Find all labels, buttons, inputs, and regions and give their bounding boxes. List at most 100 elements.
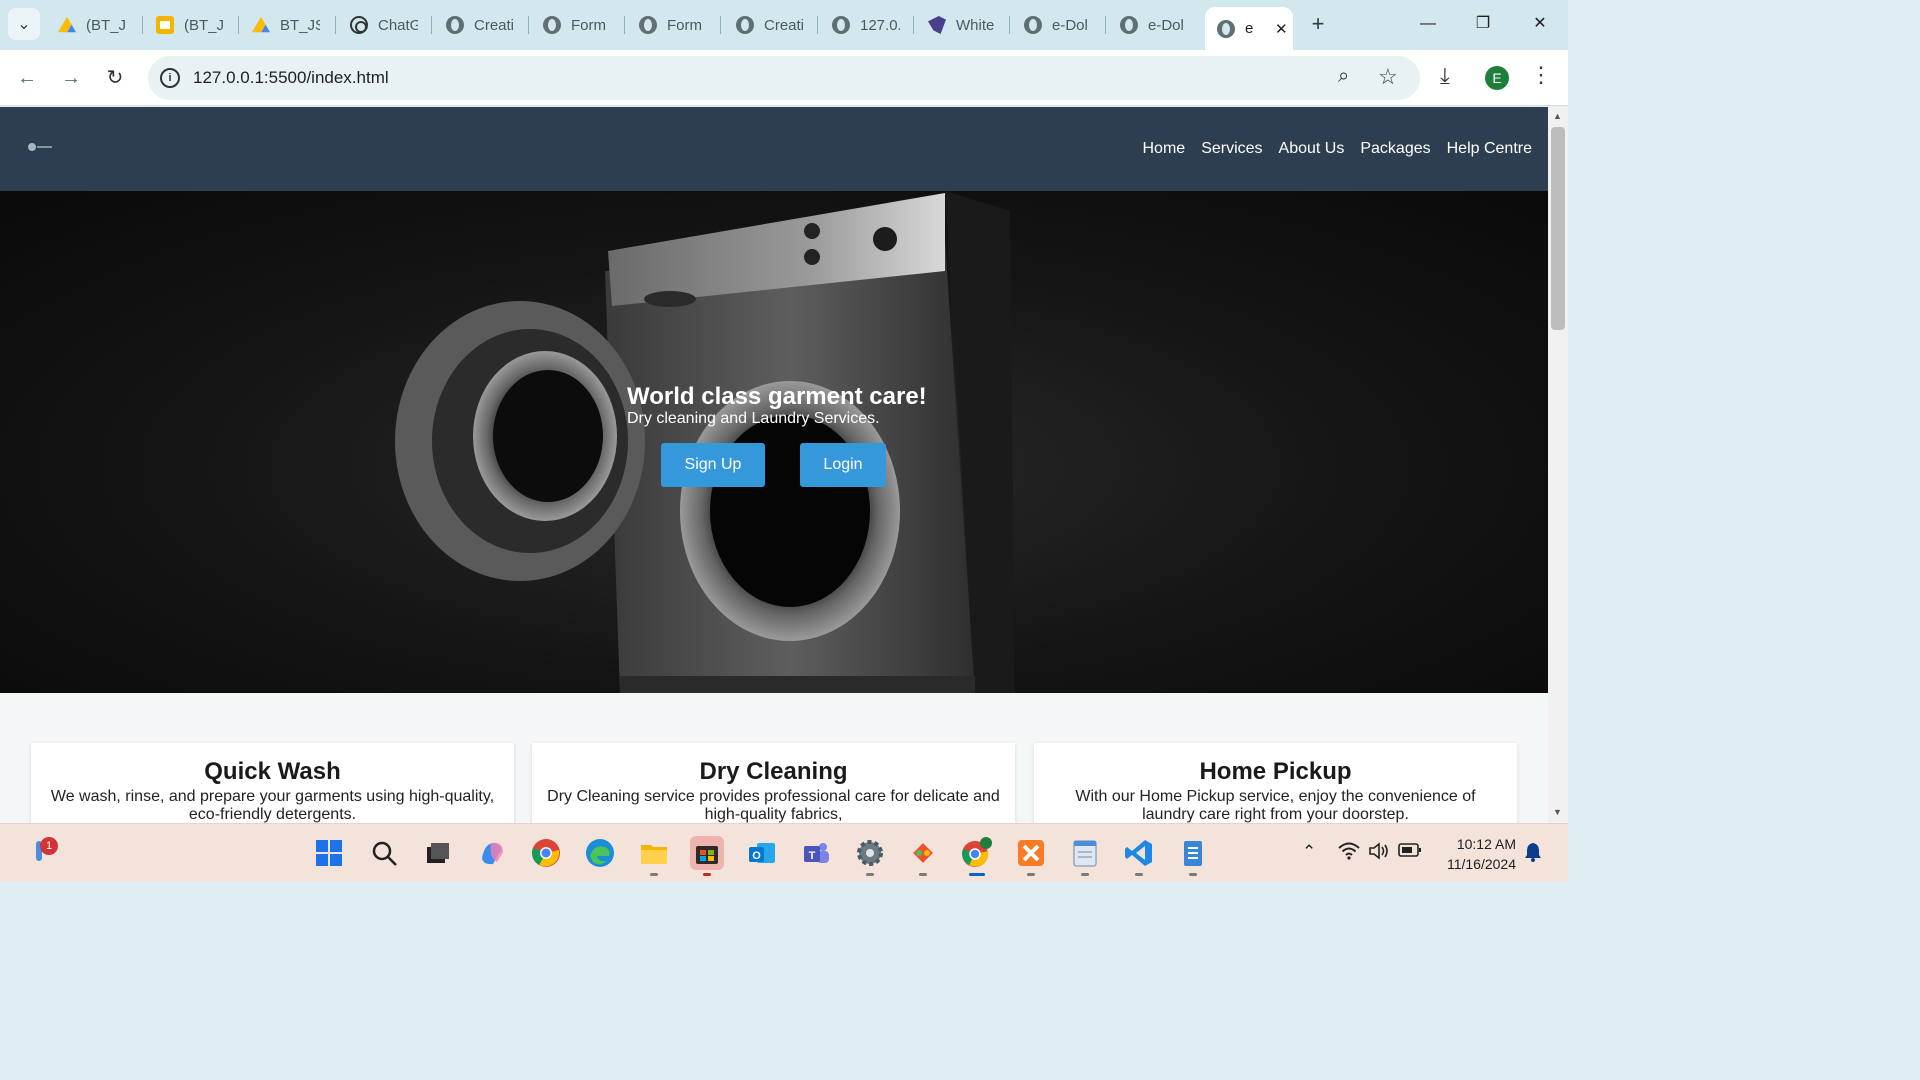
tab-separator (528, 16, 529, 34)
browser-tab[interactable]: Form (531, 7, 627, 43)
teams-icon[interactable]: T (799, 836, 833, 870)
url-text[interactable]: 127.0.0.1:5500/index.html (193, 68, 389, 88)
browser-tab[interactable]: BT_JSI (240, 7, 336, 43)
login-button[interactable]: Login (800, 443, 886, 487)
service-title: Dry Cleaning (699, 758, 848, 785)
nav-help-centre[interactable]: Help Centre (1447, 140, 1532, 158)
notes-icon[interactable] (1176, 836, 1210, 870)
tab-title: (BT_JS (86, 16, 126, 34)
scroll-down-arrow-icon[interactable]: ▼ (1553, 807, 1562, 817)
browser-tab[interactable]: 127.0. (820, 7, 916, 43)
nav-home[interactable]: Home (1143, 140, 1186, 158)
reload-icon[interactable]: ↻ (101, 64, 129, 92)
browser-tab-active[interactable]: e ✕ (1205, 7, 1293, 50)
browser-tab[interactable]: (BT_JS (144, 7, 240, 43)
globe-icon (639, 16, 657, 34)
microsoft-store-icon[interactable] (690, 836, 724, 870)
tab-title: Form (667, 16, 702, 34)
globe-icon (446, 16, 464, 34)
chevron-up-icon[interactable]: ⌃ (1302, 842, 1316, 862)
profile-avatar[interactable]: E (1485, 66, 1509, 90)
git-icon[interactable] (906, 836, 940, 870)
browser-tab[interactable]: White (916, 7, 1012, 43)
tab-title: Creati (764, 16, 804, 34)
globe-icon (736, 16, 754, 34)
zoom-icon[interactable]: ⌕ (1338, 65, 1349, 88)
nav-about-us[interactable]: About Us (1279, 140, 1345, 158)
new-tab-button[interactable]: + (1305, 12, 1331, 38)
globe-icon (1024, 16, 1042, 34)
tab-title: ChatG (378, 16, 418, 34)
bookmark-star-icon[interactable]: ☆ (1378, 64, 1398, 90)
windows-start-icon[interactable] (312, 836, 346, 870)
close-window-button[interactable]: ✕ (1520, 10, 1560, 38)
address-bar[interactable]: i 127.0.0.1:5500/index.html ⌕ ☆ (148, 56, 1420, 100)
back-arrow-icon[interactable]: ← (13, 64, 41, 92)
browser-tab[interactable]: Creati (434, 7, 530, 43)
svg-text:T: T (809, 850, 816, 862)
tab-title: (BT_JS (184, 16, 224, 34)
tab-search-chevron-icon[interactable]: ⌄ (8, 8, 40, 40)
more-menu-icon[interactable]: ⋮ (1530, 62, 1552, 88)
forward-arrow-icon[interactable]: → (57, 64, 85, 92)
browser-tab[interactable]: ChatG (338, 7, 434, 43)
site-logo[interactable] (28, 142, 52, 152)
globe-icon (543, 16, 561, 34)
scroll-up-arrow-icon[interactable]: ▲ (1553, 111, 1562, 121)
sign-up-button[interactable]: Sign Up (661, 443, 765, 487)
browser-tab[interactable]: e-Dol (1012, 7, 1108, 43)
windows-taskbar: 1 O T ⌃ 10:12 AM 11/16/2024 (0, 823, 1568, 882)
browser-tab[interactable]: (BT_JS (46, 7, 142, 43)
whiteboard-icon (928, 16, 946, 34)
scrollbar-thumb[interactable] (1551, 127, 1565, 330)
volume-icon[interactable] (1368, 842, 1390, 865)
wifi-icon[interactable] (1338, 842, 1360, 865)
weather-widget[interactable]: 1 (28, 837, 58, 867)
browser-tab[interactable]: Creati (724, 7, 820, 43)
tab-separator (431, 16, 432, 34)
tab-title: Form (571, 16, 606, 34)
tab-separator (238, 16, 239, 34)
page-viewport: Home Services About Us Packages Help Cen… (0, 107, 1548, 823)
search-icon[interactable] (367, 836, 401, 870)
running-indicator (1189, 873, 1197, 876)
running-indicator (1135, 873, 1143, 876)
service-description: With our Home Pickup service, enjoy the … (1075, 788, 1476, 823)
notification-bell-icon[interactable] (1524, 842, 1542, 867)
tab-separator (335, 16, 336, 34)
chrome-profile-icon[interactable] (960, 836, 994, 870)
hero-subtitle: Dry cleaning and Laundry Services. (627, 410, 880, 427)
settings-icon[interactable] (853, 836, 887, 870)
google-drive-icon (252, 16, 270, 33)
tab-title: e-Dol (1052, 16, 1088, 34)
notepad-icon[interactable] (1068, 836, 1102, 870)
download-icon[interactable]: ⤓ (1440, 63, 1450, 89)
browser-tab[interactable]: e-Dol (1108, 7, 1204, 43)
site-nav-links: Home Services About Us Packages Help Cen… (1143, 140, 1533, 158)
task-view-icon[interactable] (420, 836, 454, 870)
edge-icon[interactable] (583, 836, 617, 870)
services-section: Quick Wash We wash, rinse, and prepare y… (0, 693, 1548, 823)
chrome-icon[interactable] (529, 836, 563, 870)
restore-button[interactable]: ❐ (1463, 10, 1503, 38)
service-description: We wash, rinse, and prepare your garment… (50, 788, 495, 823)
file-explorer-icon[interactable] (637, 836, 671, 870)
tab-separator (142, 16, 143, 34)
page-scrollbar[interactable]: ▲ ▼ (1548, 107, 1568, 823)
hero-title: World class garment care! (627, 383, 927, 410)
nav-services[interactable]: Services (1201, 140, 1262, 158)
system-clock[interactable]: 10:12 AM 11/16/2024 (1432, 834, 1516, 874)
site-info-icon[interactable]: i (160, 68, 180, 88)
xampp-icon[interactable] (1014, 836, 1048, 870)
battery-icon[interactable] (1398, 842, 1422, 863)
nav-packages[interactable]: Packages (1360, 140, 1430, 158)
chatgpt-icon (350, 16, 368, 34)
outlook-icon[interactable]: O (745, 836, 779, 870)
browser-tab[interactable]: Form (627, 7, 723, 43)
minimize-button[interactable]: — (1408, 10, 1448, 38)
tab-separator (913, 16, 914, 34)
tab-separator (1009, 16, 1010, 34)
vscode-icon[interactable] (1122, 836, 1156, 870)
copilot-icon[interactable] (475, 836, 509, 870)
close-tab-icon[interactable]: ✕ (1275, 20, 1288, 38)
